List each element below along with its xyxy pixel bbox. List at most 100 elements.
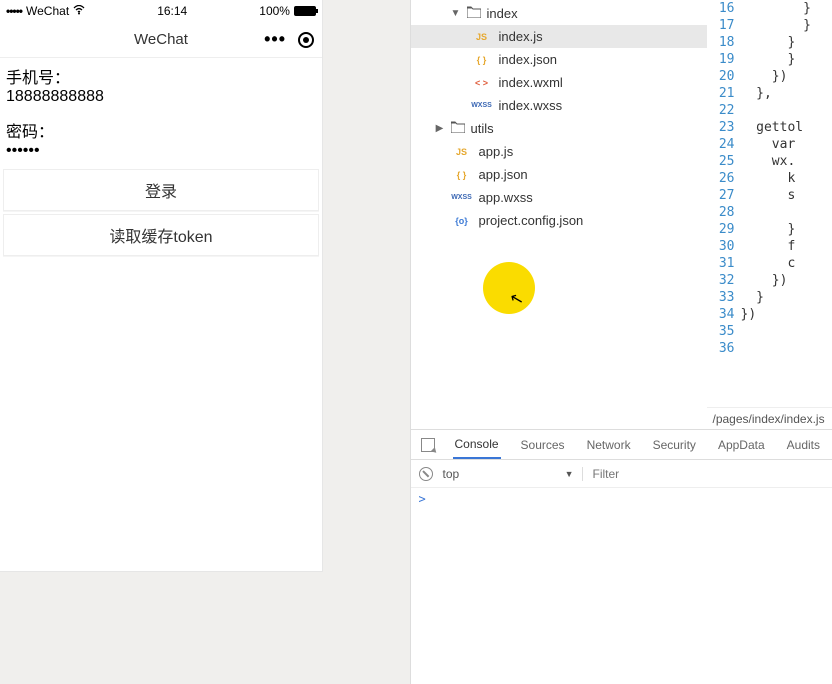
- console-controls: top ▼: [411, 460, 832, 488]
- login-button[interactable]: 登录: [3, 169, 319, 211]
- code-line[interactable]: }: [741, 221, 832, 238]
- clock-label: 16:14: [157, 4, 187, 18]
- file-item[interactable]: {o}project.config.json: [411, 209, 707, 232]
- chevron-down-icon: ▼: [451, 8, 461, 19]
- breadcrumb[interactable]: /pages/index/index.js: [707, 407, 832, 429]
- folder-icon: [467, 6, 481, 21]
- code-editor[interactable]: 1617181920212223242526272829303132333435…: [707, 0, 832, 429]
- code-line[interactable]: k: [741, 170, 832, 187]
- folder-utils[interactable]: ▶ utils: [411, 117, 707, 140]
- tab-security[interactable]: Security: [651, 430, 698, 459]
- file-tree[interactable]: ▼ index JSindex.js{ }index.json< >index.…: [411, 0, 707, 429]
- app-navbar: WeChat •••: [0, 22, 322, 58]
- line-number: 17: [707, 17, 735, 34]
- simulator-pane: ••••• WeChat 16:14 100% WeChat •••: [0, 0, 410, 684]
- tab-network[interactable]: Network: [585, 430, 633, 459]
- code-lines[interactable]: } } } } }) }, gettol var wx. k s } f c }…: [741, 0, 832, 407]
- navbar-title: WeChat: [134, 31, 188, 48]
- code-line[interactable]: [741, 323, 832, 340]
- page-content: 手机号： 18888888888 密码： •••••• 登录 读取缓存token: [0, 58, 322, 256]
- code-line[interactable]: f: [741, 238, 832, 255]
- inspect-icon[interactable]: [421, 438, 435, 452]
- code-line[interactable]: }: [741, 0, 832, 17]
- line-gutter: 1617181920212223242526272829303132333435…: [707, 0, 741, 407]
- file-item[interactable]: { }index.json: [411, 48, 707, 71]
- code-line[interactable]: }: [741, 34, 832, 51]
- folder-label: utils: [471, 121, 494, 136]
- code-line[interactable]: wx.: [741, 153, 832, 170]
- json-file-icon: { }: [471, 55, 493, 65]
- code-line[interactable]: }: [741, 17, 832, 34]
- app-root: ••••• WeChat 16:14 100% WeChat •••: [0, 0, 832, 684]
- tab-sources[interactable]: Sources: [519, 430, 567, 459]
- line-number: 18: [707, 34, 735, 51]
- code-line[interactable]: [741, 102, 832, 119]
- code-area[interactable]: 1617181920212223242526272829303132333435…: [707, 0, 832, 407]
- battery-pct-label: 100%: [259, 4, 290, 18]
- more-icon[interactable]: •••: [264, 29, 286, 50]
- file-name: app.json: [479, 167, 528, 182]
- file-name: app.wxss: [479, 190, 533, 205]
- target-icon[interactable]: [298, 32, 314, 48]
- code-line[interactable]: [741, 204, 832, 221]
- chevron-right-icon: ▶: [435, 123, 445, 134]
- file-item[interactable]: { } app.json: [411, 163, 707, 186]
- file-item[interactable]: WXSS index.wxss: [411, 94, 707, 117]
- file-item[interactable]: WXSS app.wxss: [411, 186, 707, 209]
- file-item[interactable]: JS index.js: [411, 25, 707, 48]
- tab-appdata[interactable]: AppData: [716, 430, 767, 459]
- phone-input[interactable]: 18888888888: [0, 88, 322, 112]
- line-number: 32: [707, 272, 735, 289]
- code-line[interactable]: }: [741, 289, 832, 306]
- line-number: 33: [707, 289, 735, 306]
- file-name: index.wxss: [499, 98, 563, 113]
- code-line[interactable]: }): [741, 306, 832, 323]
- phone-label: 手机号：: [0, 58, 322, 88]
- tab-console[interactable]: Console: [453, 430, 501, 459]
- line-number: 23: [707, 119, 735, 136]
- wifi-icon: [73, 4, 85, 18]
- line-number: 22: [707, 102, 735, 119]
- folder-label: index: [487, 6, 518, 21]
- context-label: top: [443, 467, 460, 481]
- click-highlight-icon: [483, 262, 535, 314]
- wxss-file-icon: WXSS: [471, 102, 493, 109]
- code-line[interactable]: },: [741, 85, 832, 102]
- line-number: 24: [707, 136, 735, 153]
- file-item[interactable]: < >index.wxml: [411, 71, 707, 94]
- file-name: index.js: [499, 29, 543, 44]
- line-number: 26: [707, 170, 735, 187]
- wxml-file-icon: < >: [471, 78, 493, 88]
- chevron-down-icon: ▼: [565, 469, 574, 479]
- context-select[interactable]: top ▼: [443, 467, 583, 481]
- line-number: 19: [707, 51, 735, 68]
- signal-dots-icon: •••••: [6, 4, 22, 18]
- console-body[interactable]: >: [411, 488, 832, 684]
- code-line[interactable]: s: [741, 187, 832, 204]
- password-input[interactable]: ••••••: [0, 142, 322, 166]
- folder-index[interactable]: ▼ index: [411, 2, 707, 25]
- line-number: 29: [707, 221, 735, 238]
- line-number: 31: [707, 255, 735, 272]
- devtools-pane: ▼ index JSindex.js{ }index.json< >index.…: [410, 0, 832, 684]
- code-line[interactable]: var: [741, 136, 832, 153]
- file-name: project.config.json: [479, 213, 584, 228]
- wxss-file-icon: WXSS: [451, 194, 473, 201]
- code-line[interactable]: c: [741, 255, 832, 272]
- file-item[interactable]: JSapp.js: [411, 140, 707, 163]
- js-file-icon: JS: [471, 32, 493, 42]
- line-number: 30: [707, 238, 735, 255]
- clear-console-icon[interactable]: [419, 467, 433, 481]
- code-line[interactable]: }: [741, 51, 832, 68]
- filter-input[interactable]: [593, 467, 825, 481]
- read-token-button[interactable]: 读取缓存token: [3, 214, 319, 256]
- code-line[interactable]: gettol: [741, 119, 832, 136]
- code-line[interactable]: }): [741, 68, 832, 85]
- code-line[interactable]: }): [741, 272, 832, 289]
- battery-icon: [294, 6, 316, 16]
- tab-audits[interactable]: Audits: [785, 430, 822, 459]
- line-number: 21: [707, 85, 735, 102]
- json-file-icon: { }: [451, 170, 473, 180]
- password-label: 密码：: [0, 112, 322, 142]
- status-left: ••••• WeChat: [6, 4, 85, 18]
